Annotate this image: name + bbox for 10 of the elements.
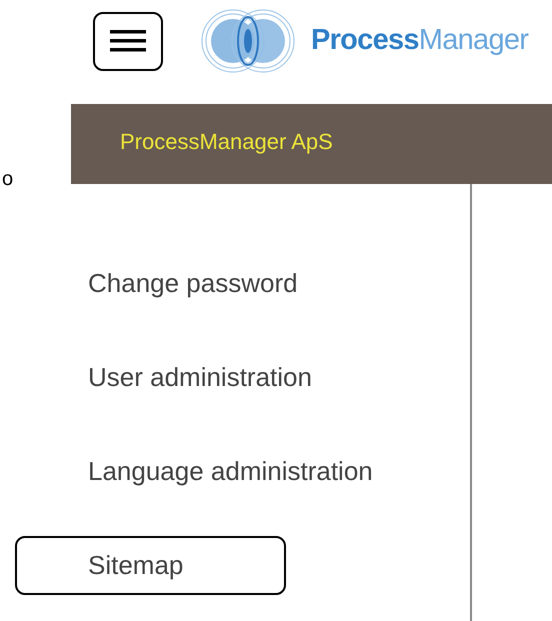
menu-item[interactable]: Language administration xyxy=(15,442,435,501)
menu-item[interactable]: User administration xyxy=(15,348,435,407)
company-name: ProcessManager ApS xyxy=(120,128,333,156)
menu-item[interactable]: Sitemap xyxy=(15,536,286,595)
menu-button[interactable] xyxy=(93,12,163,70)
logo-icon xyxy=(201,8,295,74)
menu-item[interactable]: Change password xyxy=(15,254,435,313)
menu-icon xyxy=(110,29,146,53)
side-text: o xyxy=(2,167,14,192)
logo-text: ProcessManager xyxy=(311,23,528,58)
